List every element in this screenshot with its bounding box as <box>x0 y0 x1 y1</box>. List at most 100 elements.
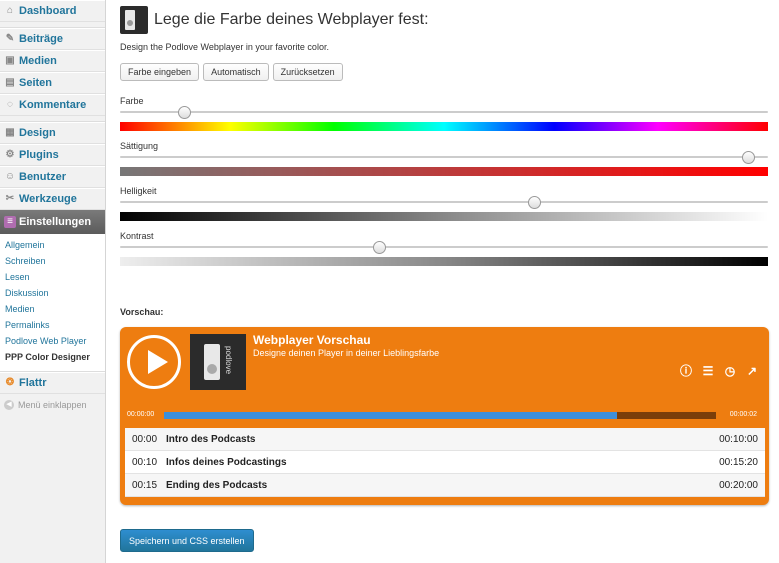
color-button-row: Farbe eingeben Automatisch Zurücksetzen <box>120 63 343 81</box>
design-icon: ▦ <box>5 127 15 138</box>
tools-icon: ✂ <box>5 193 15 204</box>
admin-sidebar: ⌂ Dashboard ✎ Beiträge ▣ Medien ▤ Seiten ◌ Ko… <box>0 0 106 563</box>
saturation-track[interactable] <box>120 156 768 158</box>
page-description: Design the Podlove Webplayer in your fav… <box>120 42 329 52</box>
preview-label: Vorschau: <box>120 307 164 317</box>
collapse-menu-button[interactable]: ◀ Menü einklappen <box>0 394 105 416</box>
menu-comments[interactable]: ◌ Kommentare <box>0 94 105 116</box>
menu-settings[interactable]: ≡ Einstellungen <box>0 210 105 234</box>
podlove-plugin-icon <box>120 6 148 34</box>
contrast-knob[interactable] <box>372 241 386 254</box>
share-icon[interactable]: ↗ <box>745 364 759 378</box>
info-icon[interactable]: ⓘ <box>679 364 693 378</box>
hue-slider-block: Farbe <box>120 96 768 136</box>
saturation-label: Sättigung <box>120 141 159 151</box>
play-button[interactable] <box>127 335 181 389</box>
brightness-gradient-bar <box>120 212 768 221</box>
chapters-list-icon[interactable]: ☰ <box>701 364 715 378</box>
menu-label: Kommentare <box>19 99 87 111</box>
menu-label: Benutzer <box>19 171 67 183</box>
player-title: Webplayer Vorschau <box>253 333 371 347</box>
chapter-duration: 00:20:00 <box>719 479 758 491</box>
player-subtitle: Designe deinen Player in deiner Liebling… <box>253 348 440 358</box>
menu-pages[interactable]: ▤ Seiten <box>0 72 105 94</box>
saturation-knob[interactable] <box>742 151 756 164</box>
menu-flattr[interactable]: ❂ Flattr <box>0 372 105 394</box>
menu-dashboard[interactable]: ⌂ Dashboard <box>0 0 105 22</box>
chapter-list: 00:00 Intro des Podcasts 00:10:00 00:10 … <box>125 428 765 497</box>
chapter-title: Infos deines Podcastings <box>166 456 287 468</box>
submenu-podlove-web-player[interactable]: Podlove Web Player <box>0 333 105 349</box>
submenu-general[interactable]: Allgemein <box>0 237 105 253</box>
chapter-start: 00:15 <box>132 479 158 491</box>
hue-track[interactable] <box>120 111 768 113</box>
brightness-label: Helligkeit <box>120 186 157 196</box>
menu-label: Einstellungen <box>19 216 92 228</box>
menu-tools[interactable]: ✂ Werkzeuge <box>0 188 105 210</box>
users-icon: ☺ <box>4 171 16 182</box>
contrast-slider-block: Kontrast <box>120 231 768 271</box>
submenu-ppp-color-designer[interactable]: PPP Color Designer <box>0 349 105 365</box>
hue-gradient-bar <box>120 122 768 131</box>
menu-label: Dashboard <box>19 5 77 17</box>
menu-users[interactable]: ☺ Benutzer <box>0 166 105 188</box>
total-time: 00:00:02 <box>729 411 757 418</box>
saturation-slider-block: Sättigung <box>120 141 768 181</box>
contrast-gradient-bar <box>120 257 768 266</box>
chapter-title: Ending des Podcasts <box>166 479 268 491</box>
cover-text: podlove <box>224 346 233 375</box>
submenu-media[interactable]: Medien <box>0 301 105 317</box>
menu-label: Seiten <box>19 77 53 89</box>
brightness-slider-block: Helligkeit <box>120 186 768 226</box>
reset-button[interactable]: Zurücksetzen <box>272 63 343 81</box>
menu-label: Medien <box>19 55 57 67</box>
brightness-knob[interactable] <box>528 196 542 209</box>
menu-label: Plugins <box>19 149 59 161</box>
settings-icon: ≡ <box>4 216 16 228</box>
hue-knob[interactable] <box>178 106 192 119</box>
dashboard-icon: ⌂ <box>6 5 14 16</box>
hue-label: Farbe <box>120 96 144 106</box>
plugin-icon: ⚙ <box>5 149 15 160</box>
contrast-track[interactable] <box>120 246 768 248</box>
menu-plugins[interactable]: ⚙ Plugins <box>0 144 105 166</box>
menu-media[interactable]: ▣ Medien <box>0 50 105 72</box>
pin-icon: ✎ <box>5 33 15 44</box>
chapter-row[interactable]: 00:10 Infos deines Podcastings 00:15:20 <box>125 451 765 474</box>
chapter-duration: 00:10:00 <box>719 433 758 445</box>
settings-submenu: Allgemein Schreiben Lesen Diskussion Med… <box>0 234 105 372</box>
media-icon: ▣ <box>5 55 15 66</box>
podcast-cover: podlove <box>190 334 246 390</box>
webplayer-preview: podlove Webplayer Vorschau Designe deine… <box>120 327 769 505</box>
clock-icon[interactable]: ◷ <box>723 364 737 378</box>
progress-fill <box>164 412 617 419</box>
collapse-icon: ◀ <box>4 400 14 410</box>
menu-label: Beiträge <box>19 33 64 45</box>
chapter-title: Intro des Podcasts <box>166 433 256 445</box>
chapter-start: 00:00 <box>132 433 158 445</box>
chapter-start: 00:10 <box>132 456 158 468</box>
page-header: Lege die Farbe deines Webplayer fest: <box>120 6 429 34</box>
chapter-row[interactable]: 00:15 Ending des Podcasts 00:20:00 <box>125 474 765 497</box>
enter-color-button[interactable]: Farbe eingeben <box>120 63 200 81</box>
submenu-discussion[interactable]: Diskussion <box>0 285 105 301</box>
menu-design[interactable]: ▦ Design <box>0 122 105 144</box>
comment-icon: ◌ <box>7 99 13 110</box>
menu-posts[interactable]: ✎ Beiträge <box>0 28 105 50</box>
brightness-track[interactable] <box>120 201 768 203</box>
player-controls: ⓘ ☰ ◷ ↗ <box>679 364 759 378</box>
menu-label: Design <box>19 127 56 139</box>
submenu-permalinks[interactable]: Permalinks <box>0 317 105 333</box>
contrast-label: Kontrast <box>120 231 154 241</box>
ipod-icon <box>204 344 220 380</box>
progress-bar[interactable] <box>164 412 716 419</box>
save-and-create-css-button[interactable]: Speichern und CSS erstellen <box>120 529 254 552</box>
submenu-reading[interactable]: Lesen <box>0 269 105 285</box>
menu-label: Werkzeuge <box>19 193 77 205</box>
collapse-label: Menü einklappen <box>18 400 87 410</box>
chapter-row[interactable]: 00:00 Intro des Podcasts 00:10:00 <box>125 428 765 451</box>
flattr-icon: ❂ <box>5 377 15 388</box>
automatic-button[interactable]: Automatisch <box>203 63 269 81</box>
submenu-writing[interactable]: Schreiben <box>0 253 105 269</box>
chapter-duration: 00:15:20 <box>719 456 758 468</box>
